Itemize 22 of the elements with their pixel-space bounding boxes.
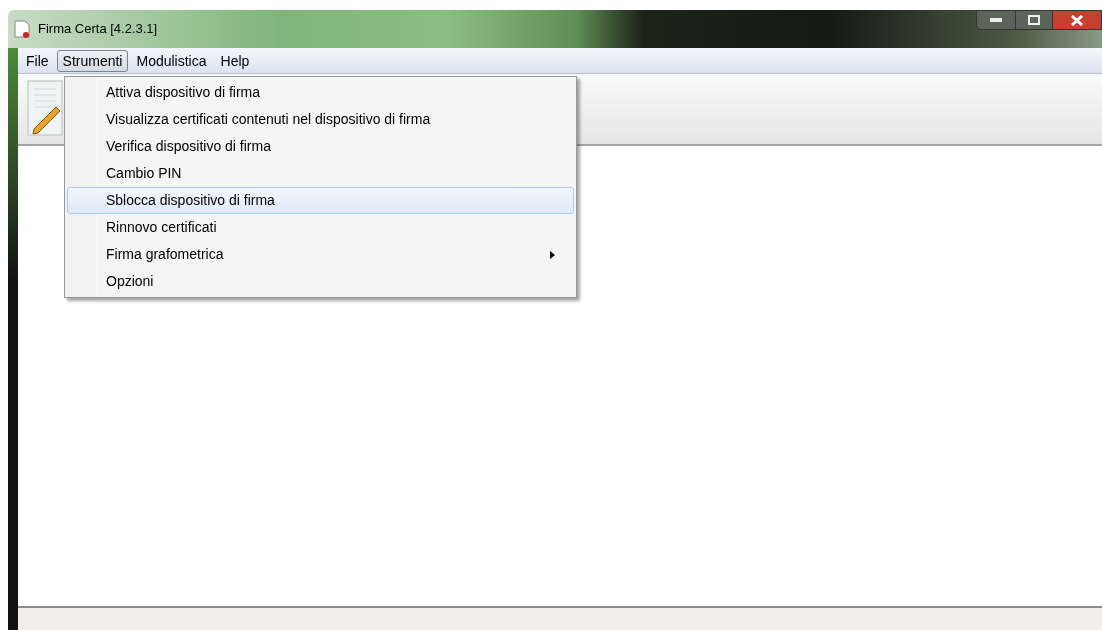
menu-option[interactable]: Opzioni	[67, 268, 574, 295]
close-icon	[1071, 14, 1083, 26]
window-title: Firma Certa [4.2.3.1]	[38, 20, 158, 39]
menu-option[interactable]: Cambio PIN	[67, 160, 574, 187]
menu-item[interactable]: Modulistica	[130, 49, 213, 72]
menu-option[interactable]: Sblocca dispositivo di firma	[67, 187, 574, 214]
maximize-button[interactable]	[1016, 10, 1052, 30]
menu-option[interactable]: Verifica dispositivo di firma	[67, 133, 574, 160]
submenu-arrow-icon	[550, 251, 555, 259]
menu-option[interactable]: Visualizza certificati contenuti nel dispositivo di firma	[67, 106, 574, 133]
menu-option[interactable]: Attiva dispositivo di firma	[67, 79, 574, 106]
menu-option[interactable]: Rinnovo certificati	[67, 214, 574, 241]
menu-item[interactable]: Strumenti	[56, 49, 129, 72]
maximize-icon	[1028, 15, 1040, 25]
menu-option[interactable]: Firma grafometrica	[67, 241, 574, 268]
menu-item[interactable]: File	[20, 49, 55, 72]
document-pencil-icon[interactable]	[26, 79, 66, 139]
minimize-button[interactable]	[976, 10, 1016, 30]
document-icon	[14, 20, 30, 38]
close-button[interactable]	[1052, 10, 1102, 30]
minimize-icon	[990, 18, 1002, 22]
menu-item[interactable]: Help	[214, 49, 256, 72]
